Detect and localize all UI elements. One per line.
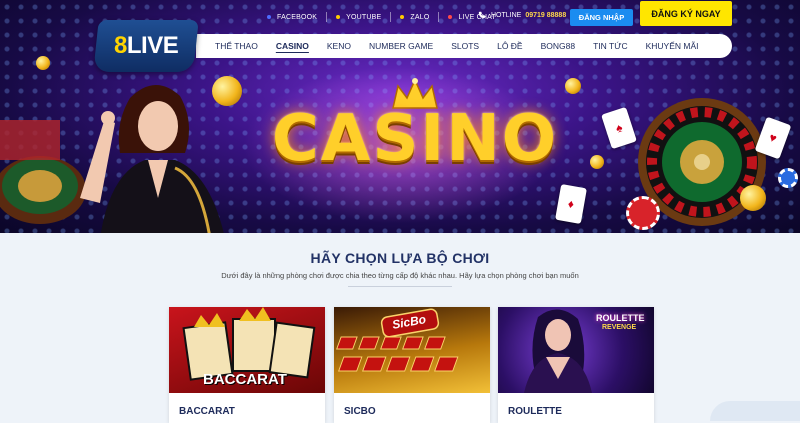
phone-icon: [478, 11, 486, 19]
gold-coin-icon: [212, 76, 242, 106]
hotline-number: 09719 88888: [525, 11, 567, 19]
section-subtitle: Dưới đây là những phòng chơi được chia t…: [221, 271, 579, 280]
logo-word: LIVE: [126, 32, 179, 59]
facebook-dot-icon: [267, 15, 271, 19]
site-logo[interactable]: 8LIVE: [93, 20, 199, 72]
gold-coin-icon: [36, 56, 50, 70]
youtube-label: YOUTUBE: [346, 13, 382, 21]
gold-coin-icon: [565, 78, 581, 94]
zalo-label: ZALO: [410, 13, 430, 21]
facebook-link[interactable]: FACEBOOK: [258, 12, 328, 22]
nav-item-number-game[interactable]: NUMBER GAME: [360, 41, 442, 51]
game-name-sicbo: SICBO: [344, 406, 376, 417]
roulette-thumb-label: ROULETTE: [596, 313, 645, 323]
facebook-label: FACEBOOK: [277, 13, 318, 21]
logo-text: 8LIVE: [114, 32, 178, 60]
sicbo-thumbnail: SicBo: [334, 307, 490, 393]
hotline-label: HOTLINE: [491, 11, 522, 19]
gold-coin-icon: [740, 185, 766, 211]
nav-item-khuyen-mai[interactable]: KHUYẾN MÃI: [637, 41, 708, 51]
hero-banner: ♠ ♥ ♦ CASINO FACEBOOK YOUTUBE ZALO LIVE …: [0, 0, 800, 233]
social-links: FACEBOOK YOUTUBE ZALO LIVE CHAT: [258, 12, 505, 22]
youtube-dot-icon: [336, 15, 341, 19]
section-divider: [348, 286, 452, 287]
hero-title-block: CASINO: [270, 78, 560, 198]
nav-item-tin-tuc[interactable]: TIN TỨC: [584, 41, 637, 51]
nav-item-lo-de[interactable]: LÔ ĐỀ: [488, 41, 532, 51]
hotline[interactable]: HOTLINE 09719 88888: [478, 11, 566, 19]
nav-item-bong88[interactable]: BONG88: [532, 41, 585, 51]
register-button[interactable]: ĐĂNG KÝ NGAY: [640, 1, 732, 26]
nav-item-keno[interactable]: KENO: [318, 41, 360, 51]
nav-item-casino[interactable]: CASINO: [267, 41, 318, 51]
nav-item-slots[interactable]: SLOTS: [442, 41, 488, 51]
game-card-sicbo[interactable]: SicBo SICBO: [334, 307, 490, 423]
zalo-link[interactable]: ZALO: [391, 12, 440, 22]
game-card-roulette[interactable]: ROULETTE REVENGE ROULETTE: [498, 307, 654, 423]
casino-chip-icon: [778, 168, 798, 188]
zalo-dot-icon: [400, 15, 405, 19]
game-selection-section: HÃY CHỌN LỰA BỘ CHƠI Dưới đây là những p…: [0, 233, 800, 423]
hero-title: CASINO: [271, 102, 559, 176]
game-name-baccarat: BACCARAT: [179, 406, 235, 417]
main-nav: THỂ THAO CASINO KENO NUMBER GAME SLOTS L…: [196, 34, 732, 58]
logo-number: 8: [113, 32, 127, 59]
game-name-roulette: ROULETTE: [508, 406, 562, 417]
decorative-wave: [710, 401, 800, 421]
casino-chip-icon: [626, 196, 660, 230]
section-heading: HÃY CHỌN LỰA BỘ CHƠI: [310, 250, 490, 266]
gold-coin-icon: [590, 155, 604, 169]
login-button[interactable]: ĐĂNG NHẬP: [570, 9, 633, 26]
live-chat-dot-icon: [448, 15, 453, 19]
youtube-link[interactable]: YOUTUBE: [327, 12, 392, 22]
roulette-thumb-sublabel: REVENGE: [602, 324, 637, 331]
roulette-thumbnail: ROULETTE REVENGE: [498, 307, 654, 393]
baccarat-thumbnail: BACCARAT: [169, 307, 325, 393]
baccarat-thumb-label: BACCARAT: [203, 371, 287, 388]
game-card-baccarat[interactable]: BACCARAT BACCARAT: [169, 307, 325, 423]
nav-item-the-thao[interactable]: THỂ THAO: [206, 41, 267, 51]
